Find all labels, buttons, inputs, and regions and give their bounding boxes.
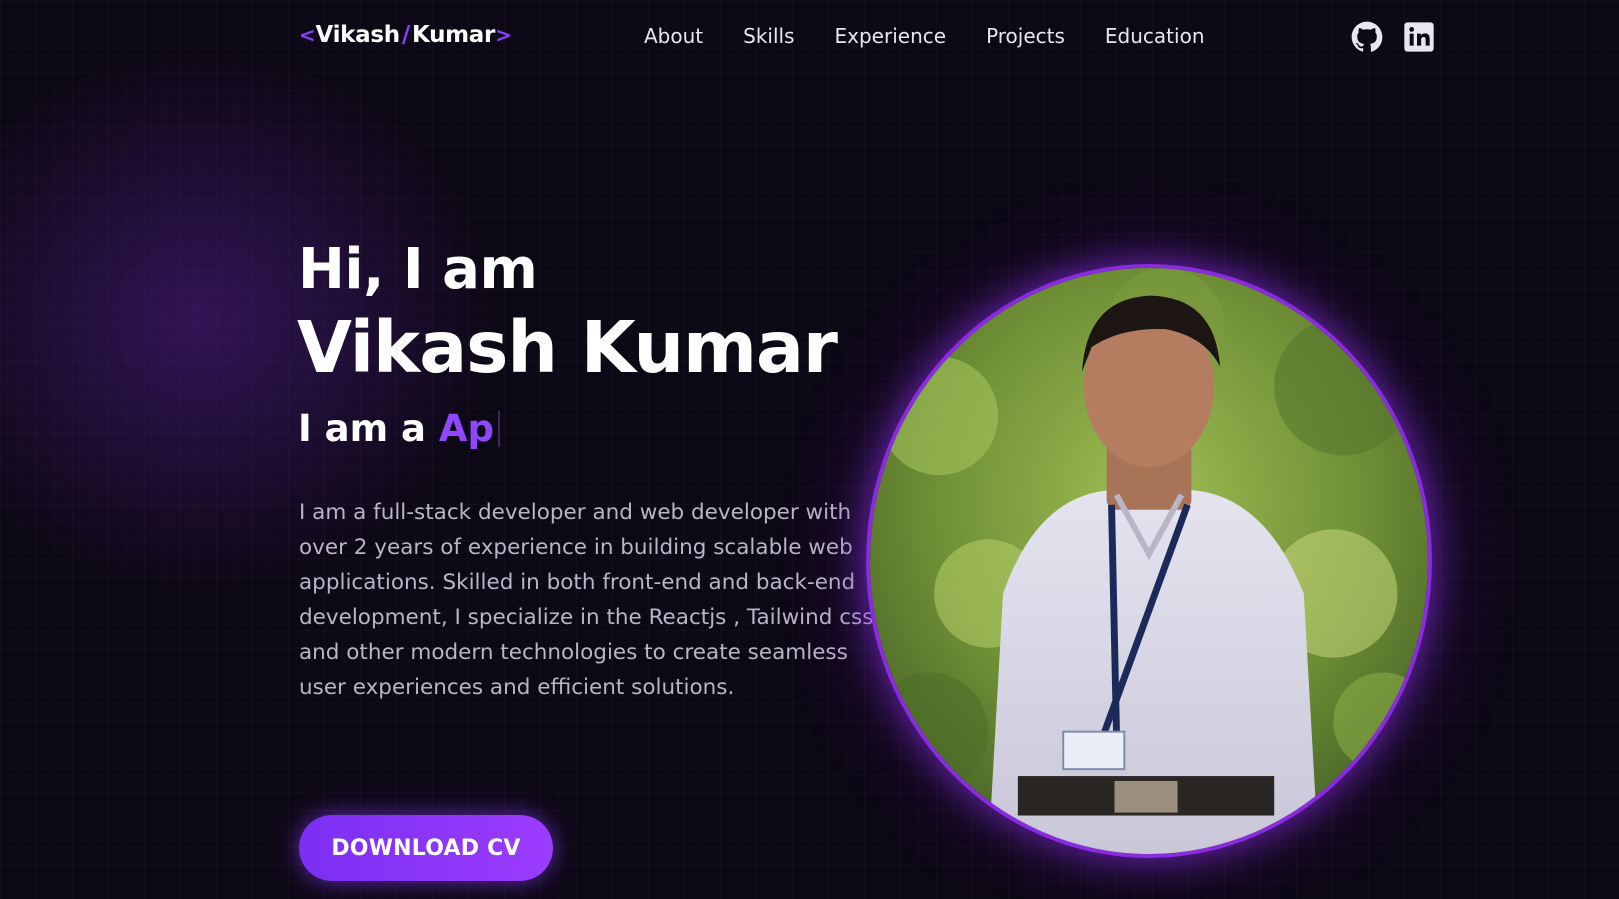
logo-close-bracket: >	[495, 23, 512, 47]
logo-first-name: Vikash	[315, 22, 400, 48]
hero-bio: I am a full-stack developer and web deve…	[299, 500, 874, 700]
github-icon[interactable]	[1351, 21, 1383, 53]
navbar: < Vikash / Kumar > About Skills Experien…	[0, 0, 1619, 76]
nav-link-skills[interactable]: Skills	[743, 24, 794, 48]
site-logo[interactable]: < Vikash / Kumar >	[299, 22, 512, 48]
profile-photo-image	[870, 268, 1428, 854]
logo-last-name: Kumar	[411, 22, 496, 48]
main-nav: About Skills Experience Projects Educati…	[644, 24, 1205, 48]
hero-name: Vikash Kumar	[297, 306, 838, 389]
role-prefix: I am a	[298, 407, 439, 450]
typing-cursor	[498, 411, 501, 447]
download-cv-button[interactable]: DOWNLOAD CV	[299, 815, 553, 881]
logo-slash: /	[401, 22, 410, 48]
profile-photo	[866, 264, 1432, 858]
hero-role: I am a Ap	[298, 407, 501, 450]
nav-link-experience[interactable]: Experience	[835, 24, 947, 48]
nav-link-education[interactable]: Education	[1105, 24, 1205, 48]
nav-link-about[interactable]: About	[644, 24, 703, 48]
hero-greeting: Hi, I am	[298, 237, 538, 302]
linkedin-icon[interactable]	[1403, 21, 1435, 53]
nav-link-projects[interactable]: Projects	[986, 24, 1065, 48]
logo-open-bracket: <	[299, 23, 316, 47]
social-links	[1351, 21, 1435, 53]
role-typed-text: Ap	[438, 407, 495, 450]
